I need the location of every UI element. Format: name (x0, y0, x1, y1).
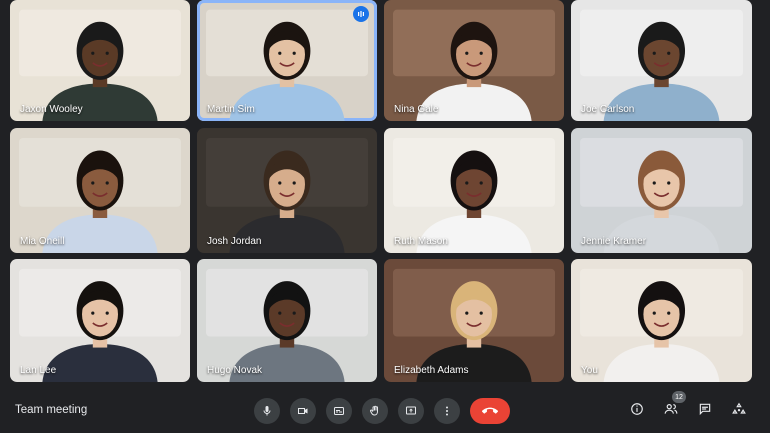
participant-body (229, 83, 345, 121)
participant-body (416, 214, 532, 253)
participant-grid: Jaxon Wooley Martin Sim Nina Gale Joe Ca… (8, 0, 754, 383)
participant-tile[interactable]: You (571, 259, 752, 382)
participant-count-badge: 12 (672, 391, 686, 403)
present-button[interactable] (398, 398, 424, 424)
participant-tile[interactable]: Jaxon Wooley (10, 0, 190, 121)
participant-body (603, 344, 720, 382)
participant-video (580, 9, 743, 121)
participant-body (42, 214, 158, 253)
participant-name: Josh Jordan (207, 236, 262, 247)
meeting-window: Jaxon Wooley Martin Sim Nina Gale Joe Ca… (0, 0, 770, 433)
participant-body (416, 83, 532, 121)
activities-icon (732, 402, 746, 414)
side-panel-toggles: 12 (628, 391, 748, 418)
participant-body (416, 344, 532, 382)
participant-tile[interactable]: Jennie Kramer (571, 128, 752, 253)
participant-body (42, 83, 158, 121)
chat-button[interactable] (696, 400, 714, 418)
chat-icon (699, 403, 711, 416)
participant-tile[interactable]: Elizabeth Adams (384, 259, 564, 382)
audio-wave-icon (358, 11, 364, 17)
participant-body (229, 214, 345, 253)
more-options-button[interactable] (434, 398, 460, 424)
camera-button[interactable] (290, 398, 316, 424)
more-vertical-icon (446, 406, 448, 416)
people-icon (664, 404, 678, 414)
participant-tile[interactable]: Josh Jordan (197, 128, 377, 253)
participant-name: Jennie Kramer (581, 236, 647, 247)
camera-icon (298, 408, 308, 414)
meeting-details-button[interactable] (628, 400, 646, 418)
participant-video (580, 138, 743, 253)
participant-video (206, 9, 368, 121)
participant-name: Joe Carlson (581, 104, 635, 115)
info-icon (631, 403, 643, 415)
participant-body (603, 214, 720, 253)
participant-name: Martin Sim (207, 104, 255, 115)
participant-name: You (581, 365, 598, 376)
participant-body (42, 344, 158, 382)
participant-name: Mia Oneill (20, 236, 65, 247)
participant-name: Nina Gale (394, 104, 439, 115)
participant-tile[interactable]: Martin Sim (197, 0, 377, 121)
call-controls (254, 398, 510, 424)
participant-tile[interactable]: Joe Carlson (571, 0, 752, 121)
participant-tile[interactable]: Lan Lee (10, 259, 190, 382)
participant-video (393, 138, 555, 253)
participant-video (19, 138, 181, 253)
participant-name: Hugo Novak (207, 365, 263, 376)
raise-hand-button[interactable] (362, 398, 388, 424)
participant-video (393, 268, 555, 382)
participant-body (229, 344, 345, 382)
participant-video (580, 268, 743, 382)
participant-name: Ruth Mason (394, 236, 448, 247)
participant-video (206, 138, 368, 253)
participant-video (19, 9, 181, 121)
participant-video (19, 268, 181, 382)
activities-button[interactable] (730, 400, 748, 418)
speaking-indicator (353, 6, 369, 22)
present-icon (406, 406, 416, 415)
captions-button[interactable] (326, 398, 352, 424)
participant-body (603, 83, 720, 121)
participant-tile[interactable]: Nina Gale (384, 0, 564, 121)
participant-video (206, 268, 368, 382)
microphone-icon (263, 406, 271, 416)
phone-hangup-icon (482, 407, 498, 414)
meeting-title: Team meeting (15, 404, 88, 416)
end-call-button[interactable] (470, 398, 510, 424)
participant-tile[interactable]: Mia Oneill (10, 128, 190, 253)
participant-tile[interactable]: Hugo Novak (197, 259, 377, 382)
people-button[interactable]: 12 (662, 391, 686, 418)
hand-icon (369, 405, 378, 416)
participant-name: Lan Lee (20, 365, 57, 376)
participant-name: Jaxon Wooley (20, 104, 83, 115)
bottom-toolbar: Team meeting 12 (0, 388, 770, 433)
participant-tile[interactable]: Ruth Mason (384, 128, 564, 253)
microphone-button[interactable] (254, 398, 280, 424)
participant-video (393, 9, 555, 121)
captions-icon (334, 407, 344, 415)
participant-name: Elizabeth Adams (394, 365, 469, 376)
